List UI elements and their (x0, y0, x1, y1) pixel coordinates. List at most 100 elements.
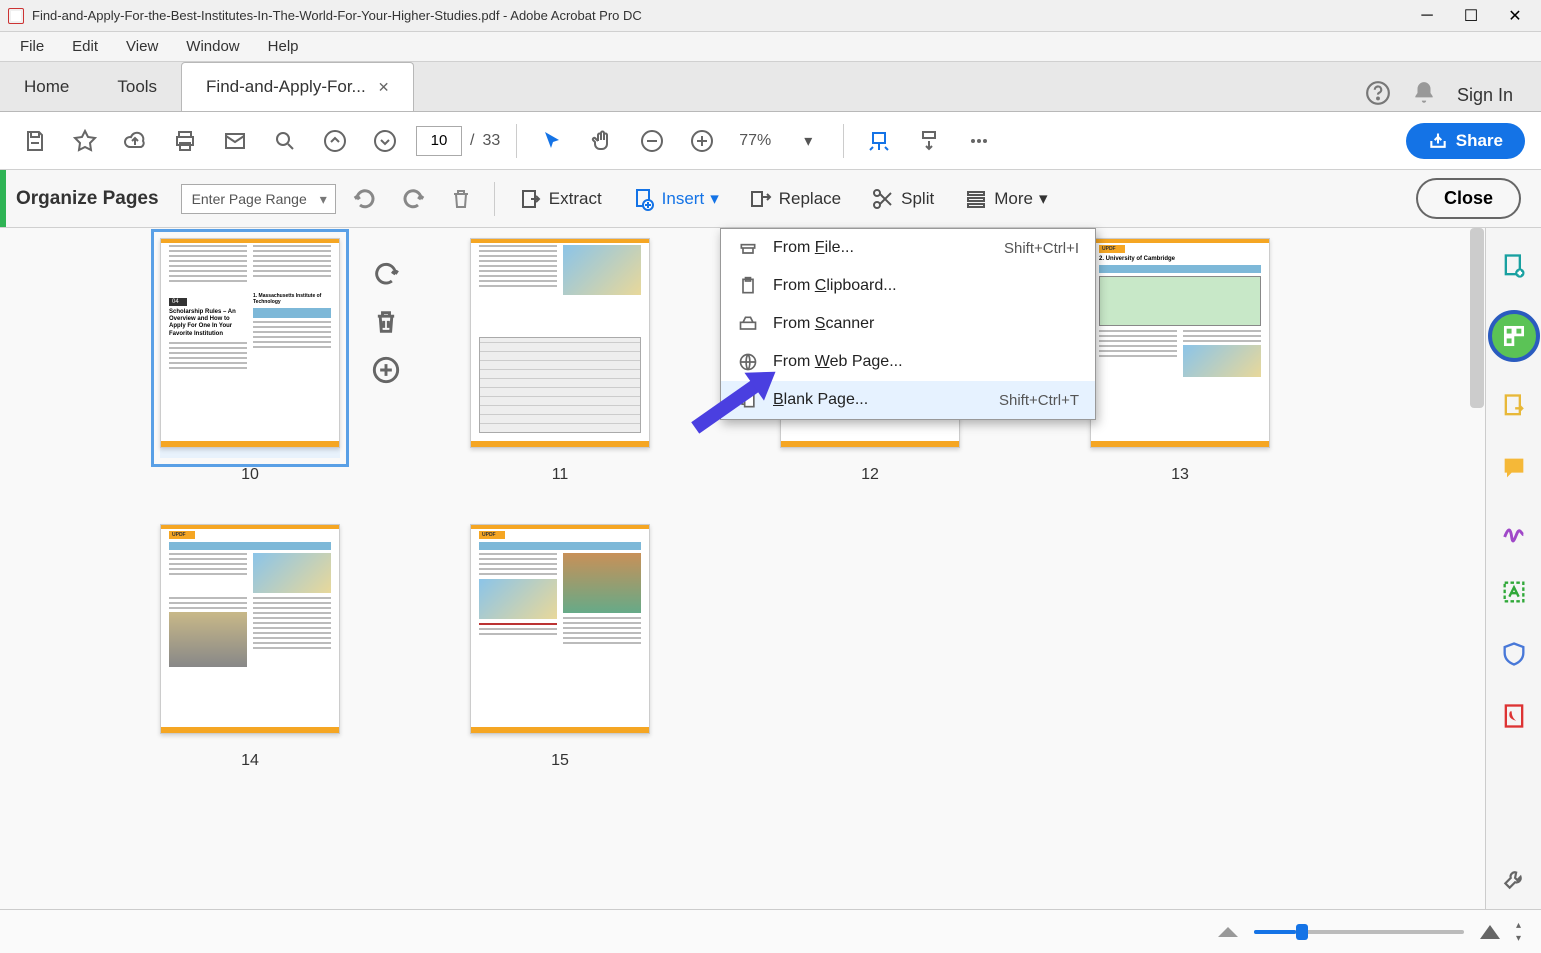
separator (516, 124, 517, 158)
insert-from-clipboard-label: From Clipboard... (773, 277, 1079, 295)
menu-edit[interactable]: Edit (60, 34, 110, 59)
minimize-button[interactable]: ─ (1417, 6, 1437, 26)
separator (494, 182, 495, 216)
bottom-zoom-bar: ▴▾ (0, 909, 1541, 953)
menu-view[interactable]: View (114, 34, 170, 59)
sign-in-button[interactable]: Sign In (1457, 85, 1513, 106)
mail-icon[interactable] (216, 122, 254, 160)
menu-file[interactable]: File (8, 34, 56, 59)
page-number-label: 10 (241, 466, 259, 484)
tools-wrench-icon[interactable] (1496, 861, 1532, 897)
vertical-scrollbar[interactable] (1470, 228, 1484, 408)
menu-window[interactable]: Window (174, 34, 251, 59)
export-pdf-icon[interactable] (1496, 388, 1532, 424)
more-tools-icon[interactable] (960, 122, 998, 160)
organize-title: Organize Pages (16, 188, 171, 210)
page-thumbnail[interactable]: UPDF 2. University of Cambridge 13 (1090, 238, 1270, 484)
page-number-input[interactable] (416, 126, 462, 156)
tab-close-icon[interactable]: ✕ (378, 79, 390, 96)
thumbnail-size-slider[interactable] (1254, 930, 1464, 934)
delete-page-icon[interactable] (442, 180, 480, 218)
insert-from-scanner-label: From Scanner (773, 315, 1079, 333)
insert-button[interactable]: Insert ▾ (622, 181, 729, 217)
star-icon[interactable] (66, 122, 104, 160)
print-icon[interactable] (166, 122, 204, 160)
replace-button[interactable]: Replace (739, 181, 851, 217)
scanner-icon (737, 313, 759, 335)
adobe-pdf-icon[interactable] (1496, 698, 1532, 734)
thumbnail-large-icon[interactable] (1480, 925, 1500, 939)
delete-page-hover-icon[interactable] (368, 304, 404, 340)
close-window-button[interactable]: ✕ (1505, 6, 1525, 26)
split-label: Split (901, 189, 934, 209)
menu-bar: File Edit View Window Help (0, 32, 1541, 62)
tab-home[interactable]: Home (0, 63, 93, 111)
maximize-button[interactable]: ☐ (1461, 6, 1481, 26)
file-icon (737, 237, 759, 259)
protect-icon[interactable] (1496, 636, 1532, 672)
zoom-dropdown-icon[interactable]: ▾ (789, 122, 827, 160)
more-button[interactable]: More ▾ (954, 181, 1057, 217)
sign-icon[interactable] (1496, 512, 1532, 548)
split-button[interactable]: Split (861, 181, 944, 217)
zoom-value: 77% (733, 132, 777, 150)
notifications-icon[interactable] (1411, 80, 1437, 111)
insert-from-file-label: From File... (773, 239, 990, 257)
create-pdf-icon[interactable] (1496, 248, 1532, 284)
scroll-buttons[interactable]: ▴▾ (1516, 920, 1521, 944)
page-thumbnail[interactable]: UPDF (470, 524, 650, 770)
insert-blank-page-label: Blank Page... (773, 391, 985, 409)
thumbnail-small-icon[interactable] (1218, 927, 1238, 937)
page-sep: / (470, 132, 474, 150)
close-organize-button[interactable]: Close (1416, 178, 1521, 219)
page-indicator: / 33 (416, 126, 500, 156)
zoom-out-icon[interactable] (633, 122, 671, 160)
page-number-label: 14 (241, 752, 259, 770)
scan-ocr-icon[interactable] (1496, 574, 1532, 610)
separator (843, 124, 844, 158)
page-thumbnail[interactable]: 11 (470, 238, 650, 484)
organize-pages-tool-icon[interactable] (1488, 310, 1540, 362)
rotate-right-icon[interactable] (394, 180, 432, 218)
save-icon[interactable] (16, 122, 54, 160)
extract-label: Extract (549, 189, 602, 209)
page-number-label: 11 (552, 466, 569, 484)
rotate-page-icon[interactable] (368, 256, 404, 292)
scroll-mode-icon[interactable] (910, 122, 948, 160)
insert-from-file[interactable]: From File... Shift+Ctrl+I (721, 229, 1095, 267)
right-tool-panel (1485, 228, 1541, 909)
help-icon[interactable] (1365, 80, 1391, 111)
hand-tool-icon[interactable] (583, 122, 621, 160)
insert-page-hover-icon[interactable] (368, 352, 404, 388)
page-down-icon[interactable] (366, 122, 404, 160)
page-thumbnail[interactable]: 04 Scholarship Rules – An Overview and H… (160, 238, 340, 484)
rotate-left-icon[interactable] (346, 180, 384, 218)
tab-document[interactable]: Find-and-Apply-For... ✕ (181, 62, 414, 111)
insert-from-scanner[interactable]: From Scanner (721, 305, 1095, 343)
select-tool-icon[interactable] (533, 122, 571, 160)
chevron-down-icon: ▾ (710, 189, 719, 209)
insert-from-clipboard[interactable]: From Clipboard... (721, 267, 1095, 305)
share-label: Share (1456, 131, 1503, 151)
search-icon[interactable] (266, 122, 304, 160)
page-total: 33 (482, 132, 500, 150)
zoom-in-icon[interactable] (683, 122, 721, 160)
comment-icon[interactable] (1496, 450, 1532, 486)
page-hover-tools (360, 238, 412, 406)
page-up-icon[interactable] (316, 122, 354, 160)
main-toolbar: / 33 77% ▾ Share (0, 112, 1541, 170)
organize-pages-bar: Organize Pages Enter Page Range Extract … (0, 170, 1541, 228)
share-button[interactable]: Share (1406, 123, 1525, 159)
tab-tools[interactable]: Tools (93, 63, 181, 111)
page-thumbnail[interactable]: UPDF 14 (160, 524, 340, 770)
insert-from-web-label: From Web Page... (773, 353, 1079, 371)
cloud-upload-icon[interactable] (116, 122, 154, 160)
clipboard-icon (737, 275, 759, 297)
extract-button[interactable]: Extract (509, 181, 612, 217)
menu-help[interactable]: Help (256, 34, 311, 59)
accent-bar (0, 170, 6, 227)
insert-label: Insert (662, 189, 705, 209)
page-range-select[interactable]: Enter Page Range (181, 184, 336, 214)
tab-document-label: Find-and-Apply-For... (206, 77, 366, 97)
fit-width-icon[interactable] (860, 122, 898, 160)
